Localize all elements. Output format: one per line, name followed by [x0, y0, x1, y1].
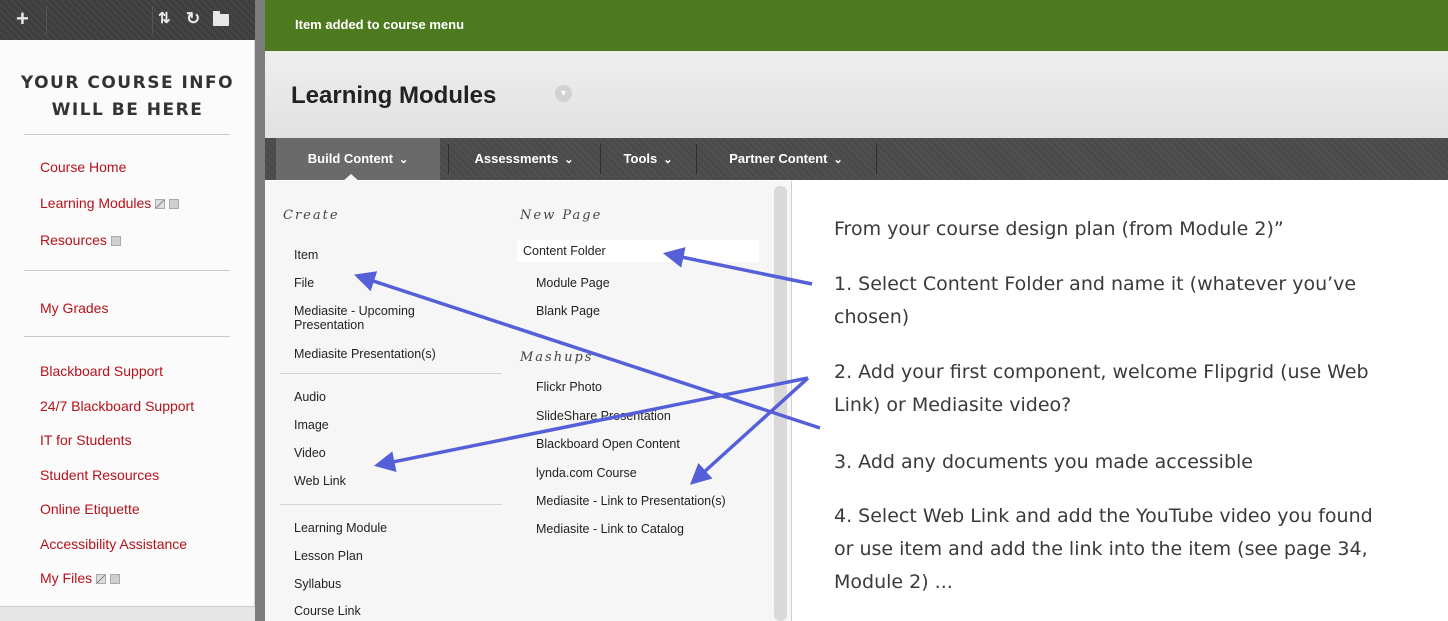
sidebar-item-resources[interactable]: Resources — [40, 231, 121, 249]
tab-label: Assessments — [474, 151, 559, 166]
sidebar-item-my-grades[interactable]: My Grades — [40, 299, 108, 317]
sidebar-item-my-files[interactable]: My Files — [40, 569, 121, 587]
menu-item-bb-open-content[interactable]: Blackboard Open Content — [536, 437, 680, 451]
sidebar-item-label: Course Home — [40, 159, 127, 175]
sidebar-item-label: Online Etiquette — [40, 501, 140, 517]
page-title: Learning Modules — [291, 82, 497, 109]
menu-item-web-link[interactable]: Web Link — [294, 474, 346, 488]
sidebar-item-24-7-support[interactable]: 24/7 Blackboard Support — [40, 397, 194, 415]
sidebar-item-label: Learning Modules — [40, 195, 152, 211]
menu-heading-mashups: Mashups — [520, 350, 594, 365]
tab-assessments[interactable]: Assessments ⌄ — [449, 138, 599, 180]
sidebar-item-course-home[interactable]: Course Home — [40, 158, 126, 176]
sidebar-item-label: 24/7 Blackboard Support — [40, 398, 195, 414]
menu-item-course-link[interactable]: Course Link — [294, 604, 361, 618]
tab-divider — [876, 144, 877, 174]
toolbar-divider — [152, 6, 153, 34]
sidebar-toolbar: + ⇅ ↻ — [0, 0, 255, 40]
chevron-down-icon[interactable]: ▾ — [555, 85, 572, 102]
sidebar-item-online-etiquette[interactable]: Online Etiquette — [40, 500, 140, 518]
tab-label: Build Content — [307, 151, 393, 166]
sidebar-item-learning-modules[interactable]: Learning Modules — [40, 194, 180, 212]
menu-item-syllabus[interactable]: Syllabus — [294, 577, 341, 591]
sidebar-footer — [0, 606, 255, 621]
menu-item-mediasite-link-presentations[interactable]: Mediasite - Link to Presentation(s) — [536, 494, 726, 508]
sort-icon[interactable]: ⇅ — [158, 8, 171, 30]
menu-scrollbar[interactable] — [774, 186, 787, 621]
annotation-step-3: 3. Add any documents you made accessible — [834, 451, 1253, 473]
menu-divider — [280, 373, 502, 374]
sidebar-item-label: IT for Students — [40, 432, 132, 448]
course-info-line: YOUR COURSE INFO — [20, 73, 235, 93]
sidebar-divider — [24, 270, 230, 271]
folder-icon[interactable] — [213, 11, 229, 26]
annotation-step-4: 4. Select Web Link and add the YouTube v… — [834, 505, 1373, 593]
sidebar-item-label: My Files — [40, 570, 93, 586]
empty-content-icon — [110, 236, 121, 247]
menu-item-blank-page[interactable]: Blank Page — [536, 304, 600, 318]
hidden-from-students-icon — [96, 574, 107, 585]
chevron-down-icon: ⌄ — [564, 154, 574, 166]
empty-content-icon — [169, 199, 180, 210]
sidebar-item-label: My Grades — [40, 300, 109, 316]
menu-item-lesson-plan[interactable]: Lesson Plan — [294, 549, 363, 563]
sidebar-divider — [24, 134, 230, 135]
menu-item-module-page[interactable]: Module Page — [536, 276, 610, 290]
menu-item-mediasite-presentations[interactable]: Mediasite Presentation(s) — [294, 347, 436, 361]
sidebar-item-label: Resources — [40, 232, 107, 248]
menu-item-content-folder[interactable]: Content Folder — [517, 240, 759, 262]
menu-item-video[interactable]: Video — [294, 446, 326, 460]
sidebar-item-label: Student Resources — [40, 467, 160, 483]
sidebar-item-label: Accessibility Assistance — [40, 536, 188, 552]
course-info-placeholder: YOUR COURSE INFO WILL BE HERE — [0, 70, 255, 124]
menu-item-file[interactable]: File — [294, 276, 314, 290]
annotation-step-2: 2. Add your first component, welcome Fli… — [834, 361, 1369, 416]
menu-item-slideshare[interactable]: SlideShare Presentation — [536, 409, 671, 423]
course-sidebar: + ⇅ ↻ YOUR COURSE INFO WILL BE HERE Cour… — [0, 0, 255, 621]
chevron-down-icon: ⌄ — [833, 154, 843, 166]
menu-item-mediasite-upcoming[interactable]: Mediasite - Upcoming Presentation — [294, 304, 474, 332]
menu-item-image[interactable]: Image — [294, 418, 329, 432]
course-info-line: WILL BE HERE — [51, 100, 204, 120]
sidebar-item-blackboard-support[interactable]: Blackboard Support — [40, 362, 163, 380]
menu-item-mediasite-link-catalog[interactable]: Mediasite - Link to Catalog — [536, 522, 684, 536]
success-notice-text: Item added to course menu — [295, 17, 465, 32]
sidebar-resize-handle[interactable] — [255, 0, 265, 621]
menu-item-learning-module[interactable]: Learning Module — [294, 521, 387, 535]
tab-label: Partner Content — [729, 151, 828, 166]
menu-item-item[interactable]: Item — [294, 248, 318, 262]
annotation-intro: From your course design plan (from Modul… — [834, 218, 1284, 240]
menu-item-flickr-photo[interactable]: Flickr Photo — [536, 380, 602, 394]
menu-divider — [280, 504, 502, 505]
empty-content-icon — [110, 574, 121, 585]
tab-label: Tools — [623, 151, 658, 166]
add-menu-item-icon[interactable]: + — [16, 8, 29, 30]
chevron-down-icon: ⌄ — [663, 154, 673, 166]
annotation-step-1: 1. Select Content Folder and name it (wh… — [834, 273, 1357, 328]
tab-partner-content[interactable]: Partner Content ⌄ — [697, 138, 875, 180]
menu-heading-create: Create — [283, 208, 340, 223]
sidebar-item-student-resources[interactable]: Student Resources — [40, 466, 159, 484]
sidebar-item-label: Blackboard Support — [40, 363, 163, 379]
chevron-down-icon: ⌄ — [399, 154, 409, 166]
menu-item-audio[interactable]: Audio — [294, 390, 326, 404]
sidebar-item-accessibility-assistance[interactable]: Accessibility Assistance — [40, 535, 187, 553]
tab-tools[interactable]: Tools ⌄ — [601, 138, 695, 180]
hidden-from-students-icon — [155, 199, 166, 210]
toolbar-divider — [46, 6, 47, 34]
menu-heading-new-page: New Page — [520, 208, 603, 223]
sidebar-divider — [24, 336, 230, 337]
refresh-icon[interactable]: ↻ — [186, 8, 200, 30]
sidebar-item-it-for-students[interactable]: IT for Students — [40, 431, 132, 449]
menu-item-lynda-course[interactable]: lynda.com Course — [536, 466, 637, 480]
